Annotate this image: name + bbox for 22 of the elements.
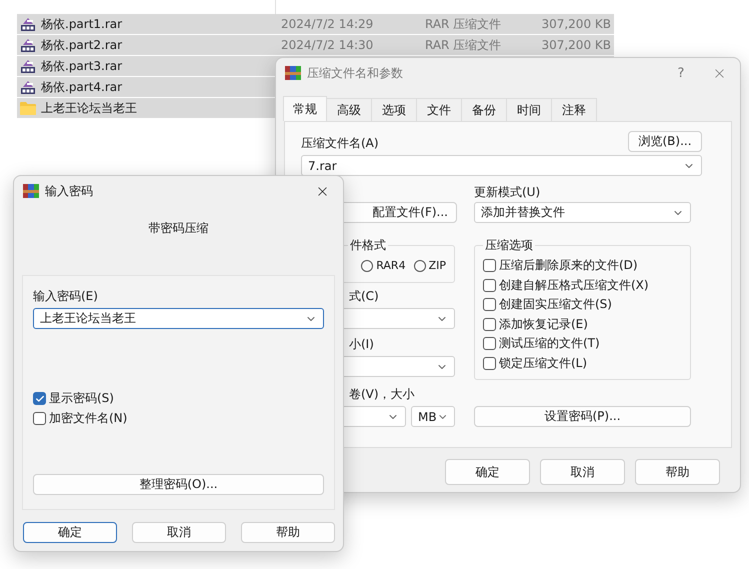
group-label: 件格式: [349, 237, 387, 254]
file-size: 307,200 KB: [540, 17, 611, 31]
file-name-text: 杨依.part1.rar: [41, 16, 122, 32]
file-name-text: 杨依.part2.rar: [41, 36, 122, 54]
file-date: 2024/7/2 14:30: [280, 38, 374, 52]
field-label: 卷(V)，大小: [349, 386, 415, 403]
field-label: 更新模式(U): [474, 184, 542, 200]
window-title: 输入密码: [45, 182, 94, 200]
file-type: RAR 压缩文件: [424, 36, 502, 54]
window-title: 压缩文件名和参数: [307, 64, 404, 82]
file-type: RAR 压缩文件: [424, 16, 502, 32]
dialog-heading: 带密码压缩: [148, 220, 210, 237]
group-label: 压缩选项: [484, 237, 534, 254]
field-label: 式(C): [349, 288, 379, 305]
field-label: 压缩文件名(A): [301, 135, 379, 152]
field-label: 输入密码(E): [33, 288, 99, 305]
file-name-text: 上老王论坛当老王: [41, 100, 137, 116]
file-size: 307,200 KB: [540, 38, 611, 52]
field-label: 小(I): [349, 336, 374, 353]
file-name-text: 杨依.part4.rar: [41, 78, 122, 96]
file-date: 2024/7/2 14:29: [280, 17, 374, 31]
file-name-text: 杨依.part3.rar: [41, 58, 122, 74]
